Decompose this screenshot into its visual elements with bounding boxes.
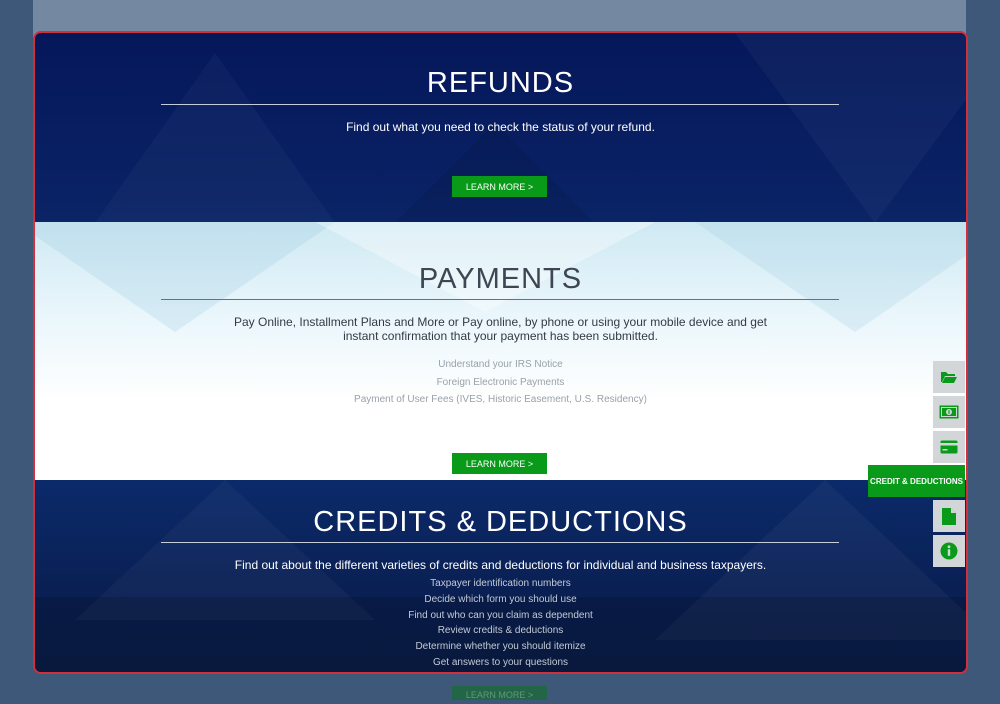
refunds-title: REFUNDS (426, 67, 575, 99)
dock-file-button[interactable] (933, 500, 965, 532)
payments-section: PAYMENTS Pay Online, Installment Plans a… (35, 222, 966, 480)
refunds-divider (161, 104, 839, 105)
payments-link-item[interactable]: Understand your IRS Notice (35, 356, 966, 374)
content-frame: REFUNDS Find out what you need to check … (33, 31, 968, 674)
credits-section: CREDITS & DEDUCTIONS Find out about the … (35, 480, 966, 672)
payments-description-line: instant confirmation that your payment h… (343, 329, 658, 343)
credits-link-item[interactable]: Review credits & deductions (35, 623, 966, 639)
refunds-section: REFUNDS Find out what you need to check … (35, 33, 966, 222)
payments-learn-more-button[interactable]: LEARN MORE > (452, 453, 547, 474)
credits-link-item[interactable]: Taxpayer identification numbers (35, 576, 966, 592)
facet-decoration (395, 123, 595, 222)
info-icon (940, 542, 958, 560)
payments-divider (161, 299, 839, 300)
credits-learn-more-button[interactable]: LEARN MORE > (452, 686, 547, 700)
credits-link-item[interactable]: Decide which form you should use (35, 592, 966, 608)
dock-card-button[interactable] (933, 431, 965, 463)
payments-link-item[interactable]: Payment of User Fees (IVES, Historic Eas… (35, 391, 966, 409)
payments-links: Understand your IRS Notice Foreign Elect… (35, 356, 966, 409)
credits-title: CREDITS & DEDUCTIONS (313, 506, 688, 538)
payments-description: Pay Online, Installment Plans and More o… (35, 315, 966, 343)
file-icon (942, 507, 956, 525)
credits-links: Taxpayer identification numbers Decide w… (35, 576, 966, 671)
credits-link-item[interactable]: Determine whether you should itemize (35, 639, 966, 655)
dock-payments-button[interactable] (933, 396, 965, 428)
refunds-description: Find out what you need to check the stat… (346, 120, 655, 134)
credit-card-icon (940, 440, 958, 454)
dock-info-button[interactable] (933, 535, 965, 567)
dock-credit-deductions-button[interactable]: CREDIT & DEDUCTIONS (868, 465, 965, 497)
payments-description-line: Pay Online, Installment Plans and More o… (234, 315, 767, 329)
folder-open-icon (941, 372, 957, 383)
payments-title: PAYMENTS (418, 263, 583, 295)
dock-folder-button[interactable] (933, 361, 965, 393)
credits-description: Find out about the different varieties o… (234, 558, 767, 572)
refunds-learn-more-button[interactable]: LEARN MORE > (452, 176, 547, 197)
credits-link-item[interactable]: Find out who can you claim as dependent (35, 608, 966, 624)
money-bill-icon (939, 405, 959, 419)
credits-link-item[interactable]: Get answers to your questions (35, 655, 966, 671)
payments-link-item[interactable]: Foreign Electronic Payments (35, 374, 966, 392)
credits-divider (161, 542, 839, 543)
